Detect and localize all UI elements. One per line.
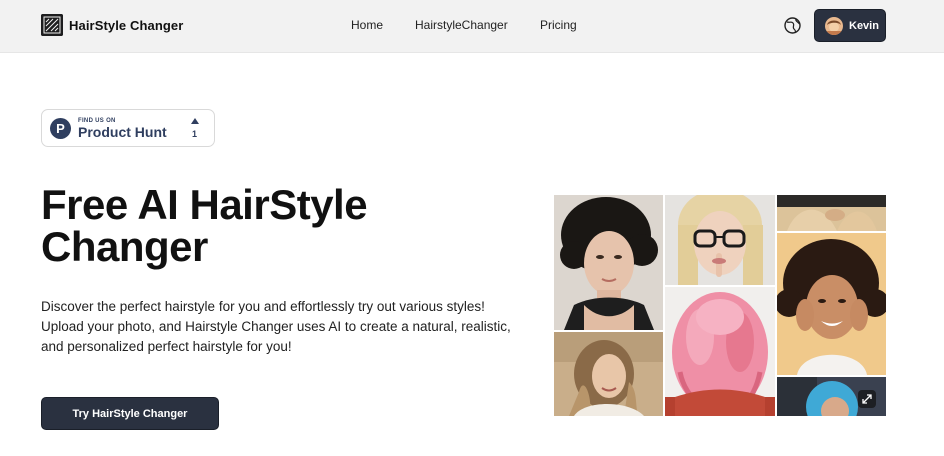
nav-pricing-link[interactable]: Pricing	[540, 18, 577, 32]
avatar	[825, 16, 843, 35]
brand[interactable]: HairStyle Changer	[41, 14, 183, 36]
top-nav-bar: HairStyle Changer Home HairstyleChanger …	[0, 0, 944, 53]
gallery-image-wavy-blonde-hair	[554, 332, 663, 416]
hero-title: Free AI HairStyle Changer	[41, 181, 368, 270]
product-hunt-logo-icon: P	[50, 118, 71, 139]
upvote-count: 1	[192, 129, 198, 139]
upvote-arrow-icon	[191, 118, 199, 124]
expand-icon[interactable]	[858, 390, 876, 408]
product-hunt-badge[interactable]: P FIND US ON Product Hunt 1	[41, 109, 215, 147]
globe-icon[interactable]	[783, 16, 802, 35]
nav-hairstylechanger-link[interactable]: HairstyleChanger	[415, 18, 508, 32]
nav-home-link[interactable]: Home	[351, 18, 383, 32]
hero-description: Discover the perfect hairstyle for you a…	[41, 299, 511, 354]
brand-logo-icon	[41, 14, 63, 36]
gallery-image-hands-crop	[777, 195, 886, 231]
gallery-image-blonde-glasses	[665, 195, 775, 285]
user-name: Kevin	[849, 19, 879, 32]
badge-title: Product Hunt	[78, 124, 167, 140]
gallery-image-curly-dark-hair	[554, 195, 663, 330]
hairstyle-gallery	[554, 195, 886, 416]
user-menu-button[interactable]: Kevin	[814, 9, 886, 42]
try-hairstyle-changer-button[interactable]: Try HairStyle Changer	[41, 397, 219, 430]
brand-name: HairStyle Changer	[69, 17, 184, 33]
gallery-image-pink-wavy-hair	[665, 287, 775, 416]
gallery-image-curly-hair-smiling	[777, 233, 886, 375]
